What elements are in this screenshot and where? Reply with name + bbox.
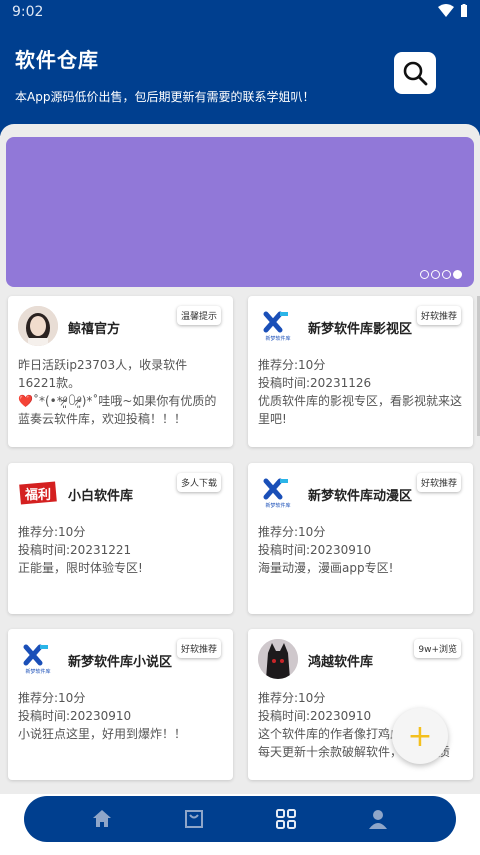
card-line: ❤️˚*(•*⁰̷̴͈꒨⁰̷̴͈)*˚哇哦~如果你有优质的蓝奏云软件库，欢迎投稿… xyxy=(18,394,217,426)
card-title: 新梦软件库动漫区 xyxy=(308,489,413,504)
avatar: 新梦软件库 xyxy=(258,306,298,346)
nav-profile[interactable] xyxy=(358,799,398,839)
carousel-dots xyxy=(420,270,462,279)
card-tag: 好软推荐 xyxy=(416,306,461,325)
card-title: 鲸禧官方 xyxy=(68,322,121,337)
card-line: 推荐分:10分 xyxy=(258,525,326,539)
card-title: 小白软件库 xyxy=(68,489,134,504)
card-xinmeng-anime[interactable]: 新梦软件库 新梦软件库动漫区 好软推荐 推荐分:10分 投稿时间:2023091… xyxy=(248,463,473,614)
card-tag: 温馨提示 xyxy=(176,306,221,325)
card-line: 昨日活跃ip23703人，收录软件16221款。 xyxy=(18,358,188,390)
portrait-icon xyxy=(18,306,58,346)
user-icon xyxy=(369,810,387,829)
card-line: 推荐分:10分 xyxy=(258,358,326,372)
card-xiaobai[interactable]: 福利 小白软件库 多人下载 推荐分:10分 投稿时间:20231221 正能量，… xyxy=(8,463,233,614)
card-title: 新梦软件库小说区 xyxy=(68,655,173,670)
card-description: 推荐分:10分 投稿时间:20230910 海量动漫，漫画app专区! xyxy=(258,523,463,577)
card-description: 推荐分:10分 投稿时间:20230910 小说狂点这里，好用到爆炸！！ xyxy=(18,689,223,743)
xinmeng-logo-icon: 新梦软件库 xyxy=(263,311,291,342)
banner-carousel[interactable] xyxy=(6,137,474,287)
status-time: 9:02 xyxy=(12,4,44,20)
status-bar: 9:02 xyxy=(0,0,480,26)
page-title: 软件仓库 xyxy=(15,48,99,72)
add-button[interactable]: + xyxy=(392,708,448,764)
carousel-dot[interactable] xyxy=(420,270,429,279)
fuli-logo-icon: 福利 xyxy=(19,481,57,505)
card-xinmeng-video[interactable]: 新梦软件库 新梦软件库影视区 好软推荐 推荐分:10分 投稿时间:2023112… xyxy=(248,296,473,447)
card-tag: 多人下载 xyxy=(176,473,221,492)
card-hongyue[interactable]: 鸿越软件库 9w+浏览 推荐分:10分 投稿时间:20230910 这个软件库的… xyxy=(248,629,473,780)
search-icon xyxy=(403,61,428,86)
avatar xyxy=(258,639,298,679)
card-jingxi[interactable]: 鲸禧官方 温馨提示 昨日活跃ip23703人，收录软件16221款。 ❤️˚*(… xyxy=(8,296,233,447)
nav-bag[interactable] xyxy=(174,799,214,839)
card-line: 推荐分:10分 xyxy=(258,691,326,705)
card-tag: 好软推荐 xyxy=(176,639,221,658)
logo-text: 新梦软件库 xyxy=(265,502,290,509)
card-xinmeng-novel[interactable]: 新梦软件库 新梦软件库小说区 好软推荐 推荐分:10分 投稿时间:2023091… xyxy=(8,629,233,780)
card-tag: 9w+浏览 xyxy=(414,639,461,658)
grid-icon xyxy=(276,809,296,829)
avatar xyxy=(18,306,58,346)
search-button[interactable] xyxy=(394,52,436,94)
home-icon xyxy=(93,810,111,827)
carousel-dot[interactable] xyxy=(431,270,440,279)
nav-home[interactable] xyxy=(82,799,122,839)
status-icons xyxy=(438,4,468,18)
card-tag: 好软推荐 xyxy=(416,473,461,492)
card-line: 小说狂点这里，好用到爆炸！！ xyxy=(18,727,187,741)
card-description: 推荐分:10分 投稿时间:20231221 正能量，限时体验专区! xyxy=(18,523,223,577)
xinmeng-logo-icon: 新梦软件库 xyxy=(263,478,291,509)
card-title: 新梦软件库影视区 xyxy=(308,322,413,337)
carousel-dot[interactable] xyxy=(442,270,451,279)
card-line: 投稿时间:20231221 xyxy=(18,543,132,557)
battery-icon xyxy=(461,4,467,17)
card-line: 投稿时间:20230910 xyxy=(18,709,132,723)
card-line: 投稿时间:20231126 xyxy=(258,376,372,390)
wifi-icon xyxy=(438,4,454,17)
logo-text: 福利 xyxy=(24,487,51,503)
card-line: 优质软件库的影视专区，看影视就来这里吧! xyxy=(258,394,463,426)
card-description: 推荐分:10分 投稿时间:20231126 优质软件库的影视专区，看影视就来这里… xyxy=(258,356,463,428)
xinmeng-logo-icon: 新梦软件库 xyxy=(23,644,51,675)
app-header: 软件仓库 本App源码低价出售，包后期更新有需要的联系学姐叭！ xyxy=(0,26,480,136)
card-title: 鸿越软件库 xyxy=(308,655,374,670)
card-line: 推荐分:10分 xyxy=(18,691,86,705)
logo-text: 新梦软件库 xyxy=(265,335,290,342)
card-line: 推荐分:10分 xyxy=(18,525,86,539)
avatar: 新梦软件库 xyxy=(258,473,298,513)
card-line: 正能量，限时体验专区! xyxy=(18,561,143,575)
nav-grid[interactable] xyxy=(266,799,306,839)
bag-icon xyxy=(185,810,203,828)
logo-text: 新梦软件库 xyxy=(25,668,50,675)
card-line: 海量动漫，漫画app专区! xyxy=(258,561,394,575)
avatar: 新梦软件库 xyxy=(18,639,58,679)
plus-icon: + xyxy=(407,718,433,754)
avatar: 福利 xyxy=(18,473,58,513)
page-subtitle: 本App源码低价出售，包后期更新有需要的联系学姐叭！ xyxy=(15,90,315,104)
carousel-dot-active[interactable] xyxy=(453,270,462,279)
bottom-nav xyxy=(24,796,456,842)
character-icon xyxy=(258,639,298,679)
card-description: 昨日活跃ip23703人，收录软件16221款。 ❤️˚*(•*⁰̷̴͈꒨⁰̷̴… xyxy=(18,356,223,428)
card-line: 投稿时间:20230910 xyxy=(258,543,372,557)
